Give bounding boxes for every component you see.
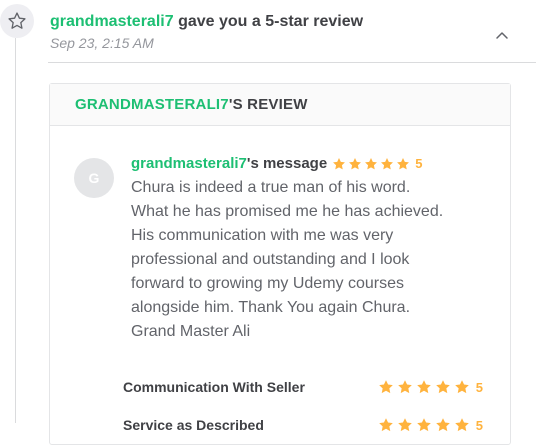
activity-action-text: gave you a 5-star review [178, 13, 364, 30]
star-filled-icon [333, 158, 346, 170]
star-filled-icon [349, 158, 362, 170]
review-title-user: GRANDMASTERALI7 [75, 96, 229, 113]
criteria-star-rating: 5 [378, 417, 483, 433]
criteria-rating-value: 5 [475, 417, 483, 433]
star-filled-icon [397, 380, 412, 394]
review-card-title: GRANDMASTERALI7 'S REVIEW [50, 84, 510, 126]
star-filled-icon [397, 418, 412, 432]
star-filled-icon [435, 418, 450, 432]
star-filled-icon [378, 418, 393, 432]
criteria-row: Service as Described 5 [123, 414, 483, 436]
star-outline-icon [8, 12, 26, 29]
message-label: 's message [246, 155, 328, 172]
star-filled-icon [435, 380, 450, 394]
criteria-rating-value: 5 [475, 379, 483, 395]
review-message: grandmasterali7's message 5 Chura is ind… [131, 154, 491, 344]
star-filled-icon [397, 158, 410, 170]
header-divider [48, 62, 536, 63]
criteria-row: Communication With Seller 5 [123, 376, 483, 398]
review-title-suffix: 'S REVIEW [228, 96, 308, 113]
review-message-text: Chura is indeed a true man of his word. … [131, 179, 444, 340]
star-filled-icon [454, 418, 469, 432]
message-rating-value: 5 [415, 156, 423, 171]
chevron-up-icon[interactable] [494, 27, 510, 43]
criteria-star-rating: 5 [378, 379, 483, 395]
star-filled-icon [416, 380, 431, 394]
criteria-label: Communication With Seller [123, 379, 305, 395]
activity-badge [0, 4, 34, 38]
star-filled-icon [454, 380, 469, 394]
review-message-title: grandmasterali7's message 5 [131, 154, 491, 174]
activity-timestamp: Sep 23, 2:15 AM [50, 35, 154, 51]
star-filled-icon [381, 158, 394, 170]
activity-username-link[interactable]: grandmasterali7 [50, 13, 174, 30]
star-filled-icon [365, 158, 378, 170]
star-filled-icon [416, 418, 431, 432]
message-star-rating: 5 [332, 154, 422, 174]
star-filled-icon [378, 380, 393, 394]
avatar[interactable]: G [74, 158, 114, 198]
timeline-line [15, 38, 16, 423]
review-card: GRANDMASTERALI7 'S REVIEW G grandmasteral… [49, 83, 511, 445]
activity-header: grandmasterali7 gave you a 5-star review… [50, 12, 363, 53]
message-username-link[interactable]: grandmasterali7 [131, 154, 247, 174]
criteria-label: Service as Described [123, 417, 264, 433]
